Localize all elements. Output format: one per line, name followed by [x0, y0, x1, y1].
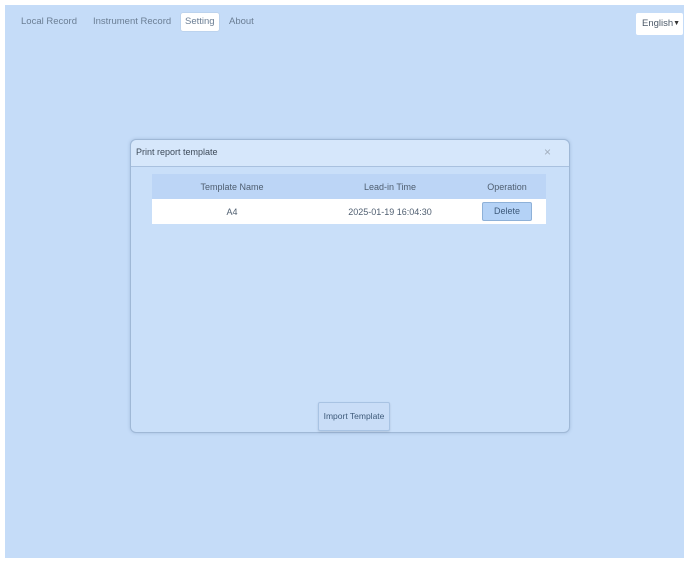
top-navigation-bar: Local Record Instrument Record Setting A…	[5, 5, 684, 39]
template-table: Template Name Lead-in Time Operation A4 …	[152, 174, 546, 224]
chevron-down-icon: ▼	[673, 20, 680, 27]
cell-template-name: A4	[152, 199, 312, 224]
language-select-value: English	[642, 18, 674, 29]
dialog-title: Print report template	[136, 147, 218, 157]
dialog-header: Print report template ×	[131, 140, 569, 167]
cell-lead-in-time: 2025-01-19 16:04:30	[312, 199, 468, 224]
column-header-operation: Operation	[468, 174, 546, 199]
delete-button[interactable]: Delete	[482, 202, 532, 221]
nav-local-record[interactable]: Local Record	[17, 13, 81, 31]
nav-setting[interactable]: Setting	[181, 13, 219, 31]
column-header-template-name: Template Name	[152, 174, 312, 199]
nav-instrument-record[interactable]: Instrument Record	[89, 13, 175, 31]
nav-about[interactable]: About	[225, 13, 258, 31]
close-icon[interactable]: ×	[544, 145, 551, 159]
language-select[interactable]: English ▼	[636, 13, 683, 35]
table-header-row: Template Name Lead-in Time Operation	[152, 174, 546, 199]
cell-operation: Delete	[468, 199, 546, 224]
app-window: Local Record Instrument Record Setting A…	[5, 5, 684, 558]
table-row: A4 2025-01-19 16:04:30 Delete	[152, 199, 546, 224]
column-header-lead-in-time: Lead-in Time	[312, 174, 468, 199]
print-template-dialog: Print report template × Template Name Le…	[130, 139, 570, 433]
import-template-button[interactable]: Import Template	[318, 402, 390, 431]
